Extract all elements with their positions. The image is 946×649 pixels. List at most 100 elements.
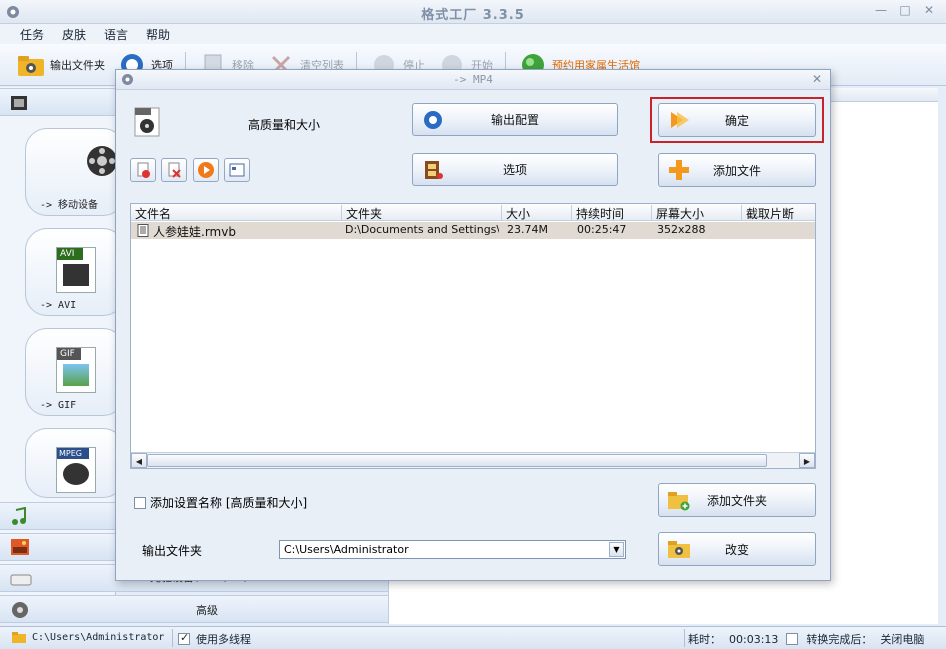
output-config-button[interactable]: 输出配置 (412, 103, 618, 136)
folder-icon (12, 632, 26, 643)
elapsed-label: 耗时： (688, 633, 721, 646)
menu-help[interactable]: 帮助 (146, 26, 170, 43)
music-note-icon (12, 507, 26, 525)
add-folder-label: 添加文件夹 (706, 493, 767, 508)
ok-button[interactable]: 确定 (658, 103, 816, 137)
file-table: 文件名 文件夹 大小 持续时间 屏幕大小 截取片断 人参娃娃.rmvb D:\D… (130, 203, 816, 469)
file-icon (137, 224, 149, 237)
avi-file-icon: AVI (56, 247, 96, 293)
tile-mobile-device[interactable]: -> 移动设备 (25, 128, 125, 216)
options-label: 选项 (502, 163, 527, 177)
cell-filename: 人参娃娃.rmvb (153, 225, 236, 239)
add-setting-name-label: 添加设置名称 [高质量和大小] (150, 496, 308, 510)
gear-icon (12, 602, 28, 618)
chevron-down-icon[interactable]: ▼ (609, 542, 624, 557)
horizontal-scrollbar[interactable]: ◀ ▶ (131, 452, 815, 468)
tile-gif[interactable]: GIF -> GIF (25, 328, 125, 416)
column-filename[interactable]: 文件名 (131, 205, 341, 221)
dialog-title: -> MP4 (453, 73, 493, 86)
options-button[interactable]: 选项 (412, 153, 618, 186)
media-info-button[interactable] (224, 158, 250, 182)
folder-add-icon (668, 492, 690, 511)
ok-label: 确定 (724, 113, 749, 128)
after-done-checkbox[interactable] (786, 633, 799, 645)
tile-avi[interactable]: AVI -> AVI (25, 228, 125, 316)
tile-mpeg[interactable]: MPEG (25, 428, 125, 498)
menu-skin[interactable]: 皮肤 (62, 26, 86, 43)
picture-icon (11, 539, 29, 555)
column-screen-size[interactable]: 屏幕大小 (651, 205, 741, 221)
mpeg-file-icon: MPEG (56, 447, 96, 493)
column-folder[interactable]: 文件夹 (341, 205, 501, 221)
scroll-right-icon[interactable]: ▶ (799, 453, 815, 468)
output-folder-button[interactable]: 输出文件夹 (16, 51, 105, 79)
change-button[interactable]: 改变 (658, 532, 816, 566)
add-folder-button[interactable]: 添加文件夹 (658, 483, 816, 517)
advanced-label: 高级 (196, 604, 218, 617)
cell-size: 23.74M (507, 223, 548, 236)
close-icon[interactable]: ✕ (922, 3, 936, 17)
settings-disc-icon (424, 111, 442, 129)
column-size[interactable]: 大小 (501, 205, 571, 221)
after-done-action[interactable]: 关闭电脑 (880, 631, 924, 647)
clear-files-icon (168, 162, 181, 178)
tile-label: -> GIF (40, 400, 77, 411)
output-folder-label: 输出文件夹 (142, 544, 203, 558)
title-bar: 格式工厂 3.3.5 — □ ✕ (0, 0, 946, 24)
elapsed-value: 00:03:13 (729, 632, 779, 646)
table-header: 文件名 文件夹 大小 持续时间 屏幕大小 截取片断 (131, 204, 815, 221)
mpeg-badge: MPEG (57, 448, 89, 459)
menu-task[interactable]: 任务 (20, 26, 44, 43)
play-file-button[interactable] (193, 158, 219, 182)
output-folder-value: C:\Users\Administrator (284, 543, 409, 556)
play-icon (198, 162, 214, 178)
arrow-right-icon (671, 112, 689, 128)
remove-file-button[interactable] (130, 158, 156, 182)
minimize-icon[interactable]: — (874, 3, 888, 17)
multithread-checkbox[interactable] (178, 631, 190, 645)
menu-bar: 任务 皮肤 语言 帮助 (0, 24, 946, 44)
add-setting-name-checkbox[interactable] (134, 496, 146, 509)
dialog-close-icon[interactable]: ✕ (812, 72, 822, 86)
menu-language[interactable]: 语言 (104, 26, 128, 43)
add-file-button[interactable]: 添加文件 (658, 153, 816, 187)
clear-files-button[interactable] (161, 158, 187, 182)
film-icon (11, 96, 27, 110)
multithread-label: 使用多线程 (196, 633, 251, 646)
scroll-left-icon[interactable]: ◀ (131, 453, 147, 468)
output-folder-select[interactable]: C:\Users\Administrator ▼ (279, 540, 626, 559)
drive-icon (10, 574, 32, 586)
table-row[interactable]: 人参娃娃.rmvb D:\Documents and Settings\... … (131, 222, 815, 239)
dialog-title-bar: -> MP4 ✕ (116, 70, 830, 90)
window-title: 格式工厂 3.3.5 (421, 8, 525, 23)
column-clip[interactable]: 截取片断 (741, 205, 815, 221)
gif-file-icon: GIF (56, 347, 96, 393)
mp4-format-icon (134, 107, 160, 137)
scroll-thumb[interactable] (147, 454, 767, 467)
column-duration[interactable]: 持续时间 (571, 205, 651, 221)
cell-duration: 00:25:47 (577, 223, 627, 236)
output-config-label: 输出配置 (490, 113, 539, 127)
status-path[interactable]: C:\Users\Administrator (12, 631, 164, 643)
maximize-icon[interactable]: □ (898, 3, 912, 17)
profile-label: 高质量和大小 (248, 118, 321, 132)
after-done-label: 转换完成后： (806, 633, 873, 646)
folder-icon (18, 55, 44, 76)
mp4-dialog: -> MP4 ✕ 高质量和大小 输出配置 确定 选项 添加文件 文件名 文件夹 … (115, 69, 831, 581)
avi-badge: AVI (57, 248, 83, 260)
category-advanced[interactable]: 高级 (0, 595, 388, 623)
add-file-label: 添加文件 (712, 163, 761, 178)
gif-badge: GIF (57, 348, 81, 360)
cell-folder: D:\Documents and Settings\... (345, 223, 499, 236)
change-label: 改变 (724, 542, 749, 557)
info-card-icon (229, 163, 245, 177)
plus-icon (669, 160, 689, 180)
status-path-text: C:\Users\Administrator (32, 631, 165, 643)
film-strip-icon (425, 161, 443, 179)
status-bar: C:\Users\Administrator 使用多线程 耗时： 00:03:1… (0, 626, 946, 649)
add-setting-name-row: 添加设置名称 [高质量和大小] (134, 494, 307, 511)
folder-icon (668, 541, 690, 558)
tile-label: -> 移动设备 (40, 200, 99, 211)
output-folder-label: 输出文件夹 (50, 58, 105, 72)
cell-screen-size: 352x288 (657, 223, 706, 236)
